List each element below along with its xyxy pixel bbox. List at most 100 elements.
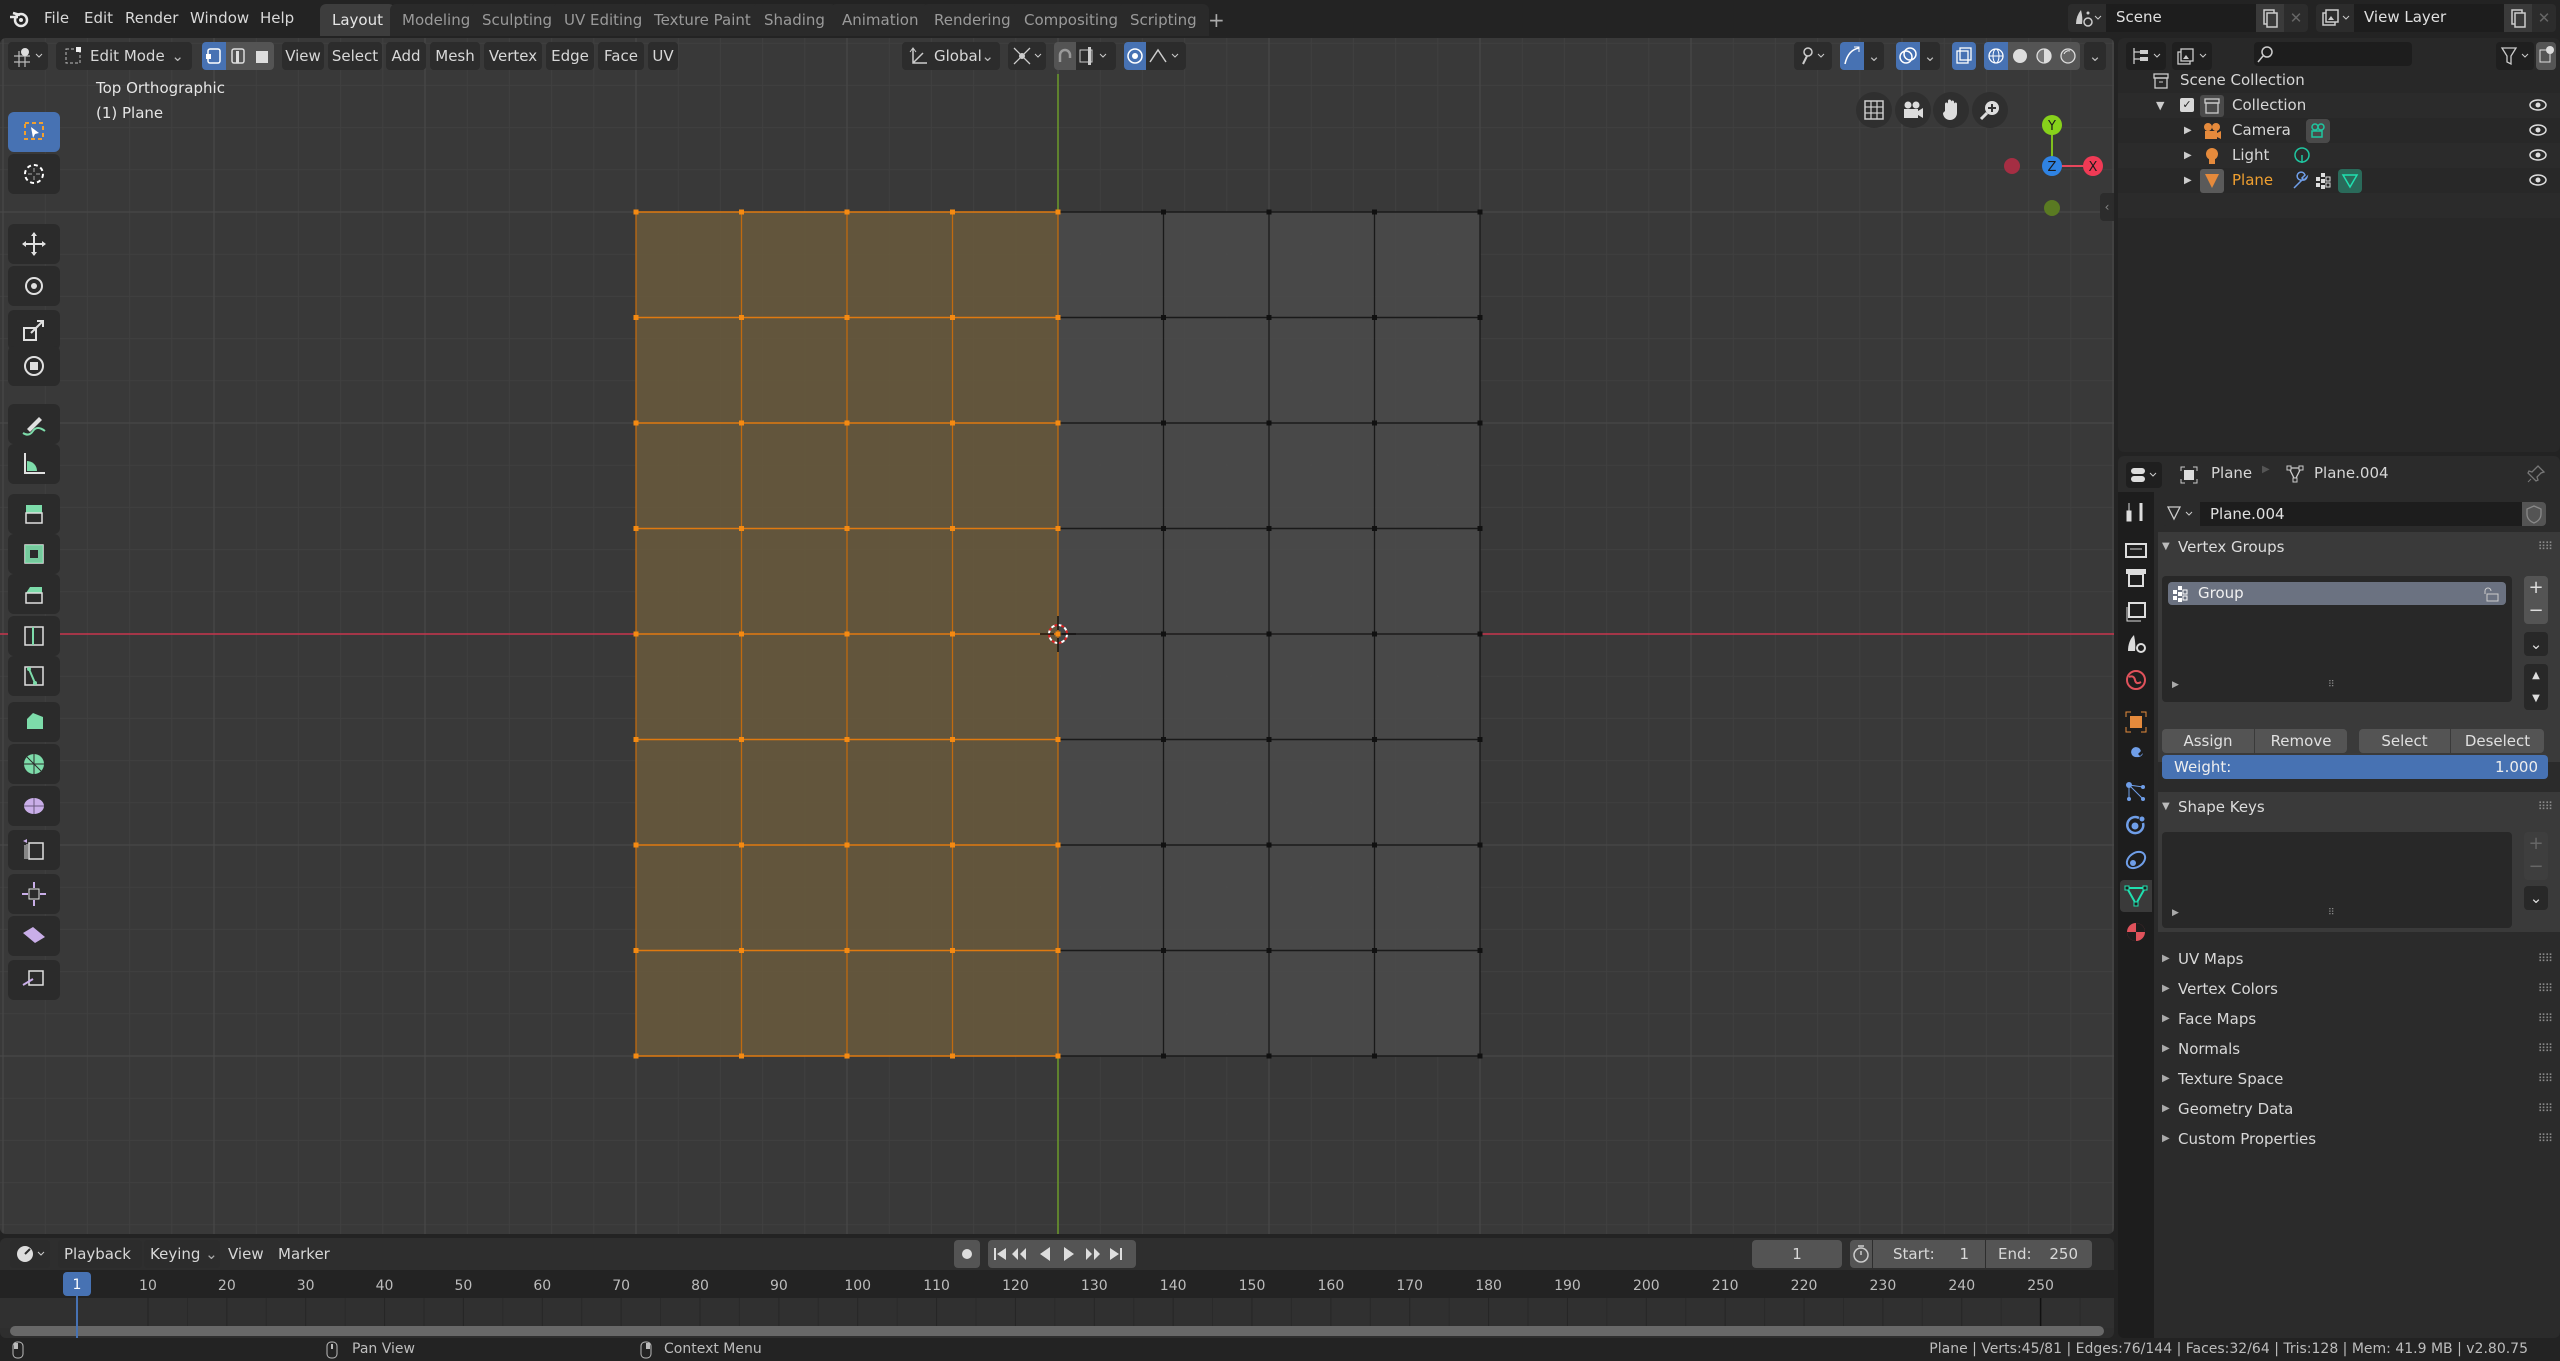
tool-scale[interactable] [8,310,60,350]
drag-grip-icon[interactable]: ⠿⠿ [2538,1124,2553,1154]
mesh-face[interactable] [1163,528,1270,635]
mode-select-dropdown[interactable]: Edit Mode ⌄ [56,42,192,70]
workspace-tab-compositing[interactable]: Compositing [1012,4,1131,36]
toggle-perspective-grid-icon[interactable] [1856,92,1892,128]
mesh-vertex-selected[interactable] [1055,631,1061,637]
tool-measure[interactable] [8,444,60,484]
scene-browse-button[interactable] [2068,4,2106,32]
current-frame-field[interactable]: 1 [1752,1240,1842,1268]
workspace-tab-layout[interactable]: Layout [320,4,395,36]
tool-loop-cut[interactable] [8,616,60,656]
menu-file[interactable]: File [44,6,69,30]
vertex-select-mode-button[interactable] [202,42,226,70]
gizmo-neg-x-dot[interactable] [2004,158,2020,174]
remove-button[interactable]: Remove [2255,729,2347,753]
delete-scene-icon[interactable]: ✕ [2284,4,2308,32]
blender-logo-icon[interactable] [8,8,30,30]
tool-inset-faces[interactable] [8,534,60,574]
tool-poly-build[interactable] [8,702,60,742]
properties-view-layer-tab[interactable] [2120,596,2152,628]
outliner-item-plane[interactable]: ▶ Plane [2118,168,2560,193]
mesh-face[interactable] [1058,528,1164,635]
mesh-face[interactable] [1058,845,1164,951]
tool-bevel[interactable] [8,574,60,614]
properties-material-tab[interactable] [2120,916,2152,948]
panel-face-maps[interactable]: ▶ Face Maps ⠿⠿ [2158,1004,2560,1034]
mesh-vertex[interactable] [1477,526,1483,531]
overlays-dropdown[interactable]: ⌄ [1920,42,1940,70]
list-filter-arrow-icon[interactable]: ▶ [2172,680,2179,690]
outliner-scene-collection[interactable]: Scene Collection [2118,68,2560,93]
snap-target-dropdown[interactable] [1076,42,1116,70]
drag-grip-icon[interactable]: ⠿⠿ [2538,1064,2553,1094]
shape-keys-panel-header[interactable]: ▼ Shape Keys ⠿⠿ [2158,792,2560,822]
mesh-vertex[interactable] [1477,842,1483,848]
mesh-vertex-selected[interactable] [844,842,850,848]
mesh-vertex-selected[interactable] [1055,1053,1061,1059]
mesh-vertex[interactable] [1372,737,1377,742]
mesh-face[interactable] [1058,739,1164,846]
menu-mesh[interactable]: Mesh [430,42,480,70]
vertex-groups-list[interactable]: Group ▶ ⠿ [2162,576,2512,702]
properties-mesh-data-tab[interactable] [2120,880,2152,912]
list-filter-arrow-icon[interactable]: ▶ [2172,908,2179,918]
mesh-face[interactable] [1269,317,1375,424]
list-resize-grip-icon[interactable]: ⠿ [2328,680,2335,690]
tool-knife[interactable] [8,656,60,696]
mesh-vertex-selected[interactable] [633,737,639,742]
drag-grip-icon[interactable]: ⠿⠿ [2538,1034,2553,1064]
mesh-vertex-selected[interactable] [633,1053,639,1059]
gizmo-toggle-button[interactable] [1840,42,1864,70]
xray-toggle-button[interactable] [1952,42,1976,70]
panel-vertex-colors[interactable]: ▶ Vertex Colors ⠿⠿ [2158,974,2560,1004]
jump-to-end-button[interactable] [1110,1248,1122,1260]
drag-grip-icon[interactable]: ⠿⠿ [2538,792,2553,822]
mesh-face-selected[interactable] [741,317,848,424]
tool-shear[interactable] [8,916,60,956]
timeline-canvas[interactable]: 10 20 30 40 50 60 70 80 90 100 110 120 130 140 150 160 1… [0,1270,2114,1338]
edge-select-mode-button[interactable] [226,42,250,70]
properties-world-tab[interactable] [2120,664,2152,696]
mesh-vertex[interactable] [1161,209,1166,215]
mesh-vertex-selected[interactable] [739,737,744,742]
properties-output-tab[interactable] [2120,562,2152,594]
mesh-face[interactable] [1163,950,1270,1057]
assign-button[interactable]: Assign [2162,729,2254,753]
weight-slider[interactable]: Weight: 1.000 [2162,755,2548,779]
mesh-vertex-selected[interactable] [844,948,850,953]
tool-smooth[interactable] [8,786,60,826]
mesh-vertex-selected[interactable] [950,315,955,320]
mesh-face-selected[interactable] [847,528,953,635]
gizmo-neg-y-dot[interactable] [2044,200,2060,216]
proportional-falloff-dropdown[interactable] [1146,42,1186,70]
pan-view-hand-icon[interactable] [1933,92,1969,128]
mesh-face-selected[interactable] [952,528,1059,635]
mesh-face-selected[interactable] [952,317,1059,424]
mesh-data-icon[interactable] [2338,169,2362,193]
shape-keys-list[interactable]: ▶ ⠿ [2162,832,2512,928]
move-up-button[interactable]: ▲ [2524,664,2548,687]
menu-edit[interactable]: Edit [84,6,113,30]
mesh-data-browse-button[interactable] [2162,502,2200,526]
menu-uv[interactable]: UV [648,42,678,70]
shading-dropdown[interactable]: ⌄ [2084,42,2106,70]
mesh-face-selected[interactable] [741,739,848,846]
mesh-vertex[interactable] [1477,420,1483,426]
mesh-vertex-selected[interactable] [950,737,955,742]
mesh-face-selected[interactable] [636,423,742,529]
mesh-vertex-selected[interactable] [950,631,955,637]
properties-modifier-tab[interactable] [2120,742,2152,774]
outliner-item-camera[interactable]: ▶ Camera [2118,118,2560,143]
mesh-vertex-selected[interactable] [633,631,639,637]
mesh-vertex[interactable] [1372,315,1377,320]
deselect-button[interactable]: Deselect [2451,729,2544,753]
mesh-face-selected[interactable] [741,634,848,740]
mesh-face[interactable] [1269,212,1375,318]
panel-texture-space[interactable]: ▶ Texture Space ⠿⠿ [2158,1064,2560,1094]
mesh-vertex-selected[interactable] [844,209,850,215]
tool-shrink-fatten[interactable] [8,874,60,914]
mesh-face[interactable] [1269,423,1375,529]
mesh-face-selected[interactable] [847,950,953,1057]
mesh-face-selected[interactable] [741,212,848,318]
mesh-vertex[interactable] [1266,1053,1272,1059]
